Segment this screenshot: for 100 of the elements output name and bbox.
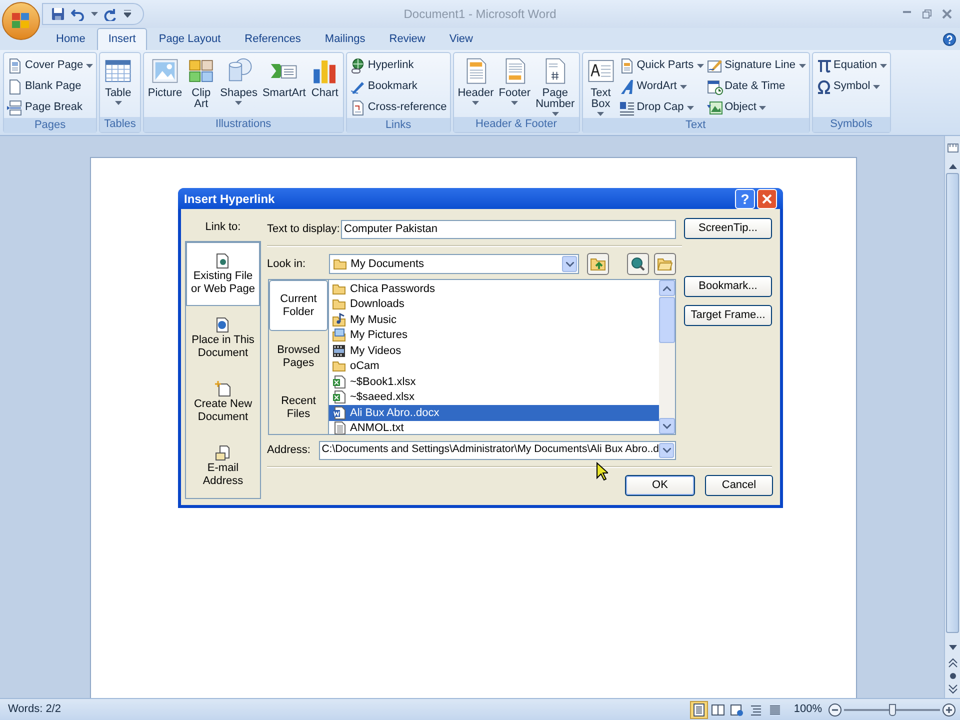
document-arrow-icon — [350, 100, 366, 116]
ribbon-tab[interactable]: Review — [377, 28, 438, 50]
vertical-scrollbar[interactable] — [944, 136, 960, 698]
quick-parts-icon — [618, 58, 635, 74]
ribbon-button[interactable]: Text Box — [584, 55, 617, 116]
clip-art-icon — [187, 57, 216, 85]
browse-mode-tab[interactable]: Current Folder — [269, 280, 328, 332]
ribbon-button[interactable]: Page Break — [6, 97, 94, 118]
pi-icon — [816, 58, 832, 74]
link-type-button[interactable]: Place in This Document — [186, 306, 260, 370]
ribbon-tab[interactable]: Insert — [97, 28, 147, 50]
next-page-icon — [948, 684, 958, 694]
file-item[interactable]: Ali Bux Abro..docx — [329, 405, 659, 420]
ribbon-button[interactable]: Picture — [146, 55, 184, 99]
word-count: Words: 2/2 — [7, 702, 61, 718]
browse-web-button[interactable] — [627, 253, 650, 275]
file-item[interactable]: ~$saeed.xlsx — [329, 390, 659, 405]
ribbon-button[interactable]: WordArt — [618, 76, 705, 97]
screentip-button[interactable]: ScreenTip... — [684, 218, 772, 239]
ribbon-button[interactable]: Symbol — [814, 76, 888, 97]
scroll-thumb[interactable] — [659, 297, 675, 343]
browse-mode-tab[interactable]: Recent Files — [269, 382, 328, 434]
ribbon-button[interactable]: Cover Page — [6, 55, 94, 76]
ok-button[interactable]: OK — [625, 475, 695, 496]
file-item[interactable]: Chica Passwords — [329, 281, 659, 296]
ribbon-button[interactable]: Shapes — [218, 55, 260, 105]
group-label: Text — [582, 118, 809, 133]
film-icon — [332, 344, 346, 358]
close-button[interactable] — [757, 188, 777, 208]
caret-icon — [91, 12, 98, 16]
file-item[interactable]: My Music — [329, 312, 659, 328]
link-type-button[interactable]: Create New Document — [186, 370, 260, 434]
text-to-display-field[interactable]: Computer Pakistan — [341, 220, 676, 238]
look-in-dropdown[interactable]: My Documents — [328, 254, 580, 274]
ribbon-button[interactable]: Page Number — [534, 55, 577, 116]
cancel-button[interactable]: Cancel — [705, 475, 773, 496]
ribbon-button[interactable]: Chart — [308, 55, 341, 99]
ribbon-button[interactable]: Footer — [496, 55, 533, 105]
ribbon-button[interactable]: Date & Time — [706, 76, 807, 97]
slider-thumb[interactable] — [889, 704, 896, 716]
zoom-slider[interactable] — [844, 702, 940, 716]
pointer-icon — [596, 462, 608, 481]
ribbon-button[interactable]: Hyperlink — [348, 55, 448, 76]
spreadsheet-icon — [332, 374, 346, 389]
view-button[interactable] — [690, 700, 708, 718]
ribbon-button[interactable]: Cross-reference — [348, 97, 448, 118]
ribbon-button[interactable]: Equation — [814, 55, 888, 76]
target-frame-button[interactable]: Target Frame... — [684, 305, 772, 326]
open-folder-icon — [657, 257, 674, 271]
file-item[interactable]: oCam — [329, 358, 659, 374]
up-folder-icon — [590, 257, 606, 271]
office-button[interactable] — [2, 2, 40, 40]
group-label: Header & Footer — [454, 117, 579, 132]
slanted-letter-icon — [618, 78, 635, 94]
music-folder-icon — [332, 312, 346, 327]
document-globe-icon — [215, 252, 231, 268]
ribbon-button[interactable]: Signature Line — [706, 55, 807, 76]
zoom-level: 100% — [792, 702, 823, 718]
help-button[interactable]: ? — [735, 188, 755, 208]
file-item[interactable]: My Videos — [329, 343, 659, 358]
ribbon-tab[interactable]: Home — [44, 28, 98, 50]
drop-cap-icon — [618, 100, 635, 116]
ribbon-button[interactable]: Object — [706, 97, 807, 118]
file-item[interactable]: Downloads — [329, 296, 659, 312]
ribbon-button[interactable]: Quick Parts — [618, 55, 705, 76]
ribbon-button[interactable]: Header — [456, 55, 496, 105]
link-type-button[interactable]: E-mail Address — [186, 434, 260, 498]
help-icon[interactable] — [943, 33, 956, 46]
ribbon-button[interactable]: Table — [102, 55, 134, 105]
browse-mode-tab[interactable]: Browsed Pages — [269, 331, 328, 383]
ribbon-button[interactable]: Clip Art — [185, 55, 218, 110]
undo-icon — [71, 7, 85, 21]
previous-page-icon — [948, 658, 958, 668]
up-folder-button[interactable] — [587, 253, 610, 275]
scroll-down-icon — [948, 644, 958, 652]
globe-search-icon — [630, 256, 646, 272]
web-layout-icon — [730, 702, 744, 716]
ribbon-button[interactable]: Bookmark — [348, 76, 448, 97]
link-type-button[interactable]: Existing File or Web Page — [186, 242, 260, 306]
ribbon-tab[interactable]: View — [437, 28, 485, 50]
ribbon-button[interactable]: Drop Cap — [618, 97, 705, 118]
file-item[interactable]: ~$Book1.xlsx — [329, 374, 659, 390]
address-field[interactable]: C:\Documents and Settings\Administrator\My Documents\Ali Bux Abro..d — [318, 440, 676, 460]
browse-file-button[interactable] — [654, 253, 676, 275]
ribbon-tab[interactable]: Page Layout — [146, 28, 233, 50]
document-icon — [215, 316, 231, 332]
bookmark-button[interactable]: Bookmark... — [684, 276, 772, 297]
list-scrollbar[interactable] — [659, 280, 675, 434]
ribbon-button[interactable]: SmartArt — [260, 55, 308, 99]
field-label: Text to display: — [267, 222, 341, 237]
ribbon-tab[interactable]: References — [232, 28, 313, 50]
window-title: Document1 - Microsoft Word — [404, 6, 556, 23]
ribbon-tab[interactable]: Mailings — [312, 28, 378, 50]
file-item[interactable]: ANMOL.txt — [329, 420, 659, 436]
close-icon — [762, 194, 772, 204]
scroll-thumb[interactable] — [946, 173, 959, 633]
ribbon-button[interactable]: Blank Page — [6, 76, 94, 97]
signature-icon — [706, 58, 723, 74]
link-to-label: Link to: — [205, 220, 241, 235]
file-item[interactable]: My Pictures — [329, 328, 659, 343]
